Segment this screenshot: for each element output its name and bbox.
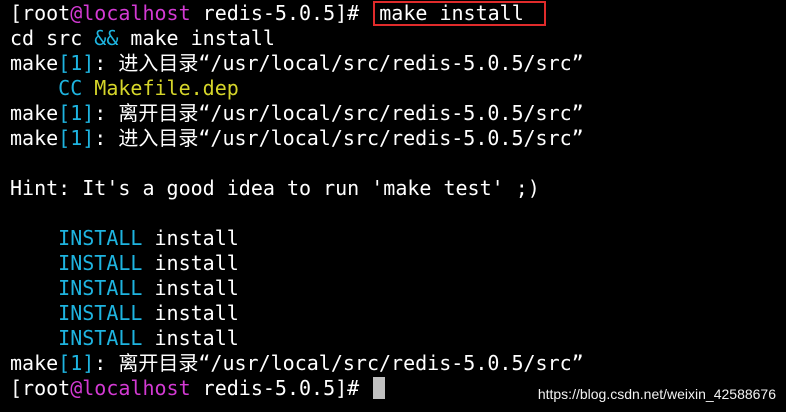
leave-dir-text: : 离开目录“/usr/local/src/redis-5.0.5/src”: [94, 101, 584, 125]
cd-text: cd src: [10, 26, 95, 50]
terminal-line-install: INSTALL install: [10, 251, 786, 276]
enter-dir-text: : 进入目录“/usr/local/src/redis-5.0.5/src”: [94, 51, 584, 75]
terminal-line-make-leave: make[1]: 离开目录“/usr/local/src/redis-5.0.5…: [10, 351, 786, 376]
terminal-line-install: INSTALL install: [10, 301, 786, 326]
terminal-window[interactable]: [root@localhost redis-5.0.5]# make insta…: [0, 0, 786, 412]
terminal-line-make-enter: make[1]: 进入目录“/usr/local/src/redis-5.0.5…: [10, 51, 786, 76]
makefile-dep: Makefile.dep: [82, 76, 239, 100]
terminal-cursor[interactable]: [373, 377, 386, 399]
install-keyword: INSTALL: [58, 326, 143, 350]
enter-dir-text: : 进入目录“/usr/local/src/redis-5.0.5/src”: [94, 126, 584, 150]
install-keyword: INSTALL: [58, 226, 143, 250]
install-arg: install: [142, 326, 239, 350]
terminal-line-cc: CC Makefile.dep: [10, 76, 786, 101]
leave-dir-text: : 离开目录“/usr/local/src/redis-5.0.5/src”: [94, 351, 584, 375]
prompt-dir: redis-5.0.5]#: [190, 1, 372, 25]
make-level: [1]: [58, 126, 95, 150]
make-level: [1]: [58, 101, 95, 125]
prompt-at: @: [70, 1, 83, 25]
terminal-line-make-leave: make[1]: 离开目录“/usr/local/src/redis-5.0.5…: [10, 101, 786, 126]
hint-text: Hint: It's a good idea to run 'make test…: [10, 176, 540, 200]
make-level: [1]: [58, 51, 95, 75]
make-label: make: [10, 351, 59, 375]
watermark-text: https://blog.csdn.net/weixin_42588676: [537, 386, 776, 402]
highlighted-command: make install: [373, 1, 546, 26]
and-operator: &&: [94, 26, 119, 50]
make-label: make: [10, 51, 59, 75]
terminal-line-hint: Hint: It's a good idea to run 'make test…: [10, 176, 786, 201]
prompt-host: localhost: [82, 1, 191, 25]
make-label: make: [10, 101, 59, 125]
prompt-at: @: [70, 376, 83, 400]
prompt-open: [root: [10, 376, 71, 400]
install-arg: install: [142, 251, 239, 275]
terminal-line-prompt-command: [root@localhost redis-5.0.5]# make insta…: [10, 1, 786, 26]
cc-keyword: CC: [58, 76, 83, 100]
prompt-dir: redis-5.0.5]#: [190, 376, 372, 400]
prompt-open: [root: [10, 1, 71, 25]
terminal-line-install: INSTALL install: [10, 276, 786, 301]
prompt-host: localhost: [82, 376, 191, 400]
make-label: make: [10, 126, 59, 150]
install-arg: install: [142, 276, 239, 300]
terminal-line-install: INSTALL install: [10, 226, 786, 251]
make-level: [1]: [58, 351, 95, 375]
install-keyword: INSTALL: [58, 251, 143, 275]
install-keyword: INSTALL: [58, 301, 143, 325]
terminal-line-make-enter: make[1]: 进入目录“/usr/local/src/redis-5.0.5…: [10, 126, 786, 151]
install-arg: install: [142, 226, 239, 250]
terminal-line-cd: cd src && make install: [10, 26, 786, 51]
cd-rest-text: make install: [118, 26, 275, 50]
install-keyword: INSTALL: [58, 276, 143, 300]
terminal-line-install: INSTALL install: [10, 326, 786, 351]
install-arg: install: [142, 301, 239, 325]
